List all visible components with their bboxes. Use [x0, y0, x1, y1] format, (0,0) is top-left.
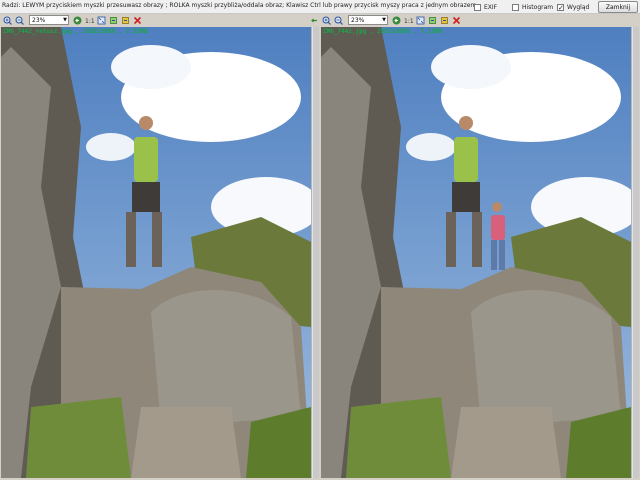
mountain-photo	[321, 27, 631, 478]
svg-text:1:1: 1:1	[404, 18, 413, 25]
zoom-in-icon[interactable]	[321, 15, 331, 25]
zoom-in-icon[interactable]	[2, 15, 12, 25]
rotate-left-icon[interactable]	[427, 15, 437, 25]
mountain-photo	[1, 27, 311, 478]
chevron-down-icon: ▼	[63, 17, 67, 23]
actual-size-icon[interactable]: 1:1	[403, 15, 413, 25]
zoom-value: 23%	[351, 16, 365, 24]
left-image-pane[interactable]: IMG_7442_retusz.jpg , 2592x3888 , 7.32MB	[1, 27, 311, 478]
histogram-option[interactable]: Histogram	[512, 3, 553, 12]
rotate-left-icon[interactable]	[108, 15, 118, 25]
histogram-label: Histogram	[522, 4, 554, 11]
right-toolbar: 23% ▼ 1:1	[309, 14, 463, 26]
image-caption: IMG_7442.jpg , 2592x3888 , 7.13MB	[323, 28, 443, 35]
delete-icon[interactable]	[132, 15, 142, 25]
prev-icon[interactable]	[72, 15, 82, 25]
usage-hint: Radzi: LEWYM przyciskiem myszki przesuwa…	[2, 2, 479, 9]
options-bar: Radzi: LEWYM przyciskiem myszki przesuwa…	[0, 0, 640, 14]
appearance-label: Wygląd	[567, 4, 590, 11]
prev-icon[interactable]	[391, 15, 401, 25]
left-scroll-thumb[interactable]	[313, 27, 319, 478]
fit-icon[interactable]	[415, 15, 425, 25]
delete-icon[interactable]	[451, 15, 461, 25]
rotate-right-icon[interactable]	[439, 15, 449, 25]
chevron-down-icon: ▼	[382, 17, 386, 23]
sync-arrow-icon[interactable]	[309, 15, 319, 25]
image-caption: IMG_7442_retusz.jpg , 2592x3888 , 7.32MB	[3, 28, 148, 35]
fit-icon[interactable]	[96, 15, 106, 25]
zoom-select[interactable]: 23% ▼	[348, 15, 388, 25]
left-scrollbar[interactable]	[311, 27, 319, 478]
exif-label: EXIF	[484, 4, 498, 11]
right-scrollbar[interactable]	[631, 27, 639, 478]
zoom-select[interactable]: 23% ▼	[29, 15, 69, 25]
appearance-checkbox[interactable]: ✓	[557, 4, 564, 12]
histogram-checkbox[interactable]	[512, 4, 519, 11]
appearance-option[interactable]: ✓ Wygląd	[557, 3, 589, 12]
close-button[interactable]: Zamknij	[598, 1, 638, 13]
svg-text:1:1: 1:1	[85, 18, 94, 25]
exif-checkbox[interactable]	[474, 4, 481, 11]
rotate-right-icon[interactable]	[120, 15, 130, 25]
zoom-out-icon[interactable]	[14, 15, 24, 25]
exif-option[interactable]: EXIF	[474, 3, 497, 12]
right-scroll-thumb[interactable]	[633, 27, 639, 478]
zoom-out-icon[interactable]	[333, 15, 343, 25]
right-image-pane[interactable]: IMG_7442.jpg , 2592x3888 , 7.13MB	[321, 27, 631, 478]
zoom-value: 23%	[32, 16, 46, 24]
left-toolbar: 23% ▼ 1:1	[2, 14, 144, 26]
actual-size-icon[interactable]: 1:1	[84, 15, 94, 25]
